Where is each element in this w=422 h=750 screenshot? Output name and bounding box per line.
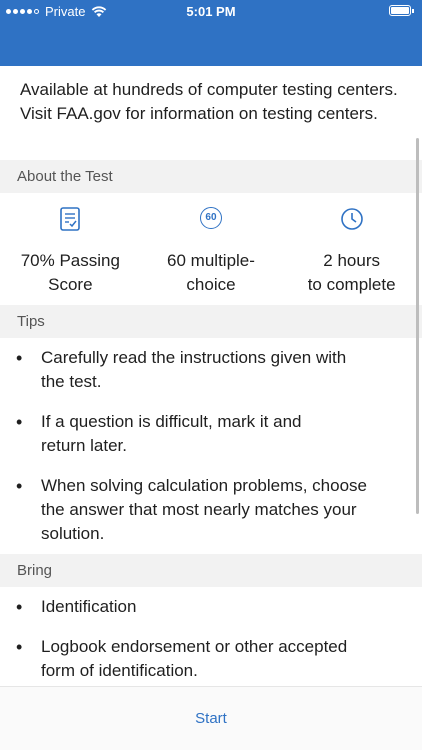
bring-text: Identification [41, 597, 137, 616]
bullet-icon [16, 346, 41, 410]
tips-list: Carefully read the instructions given wi… [0, 338, 422, 554]
status-bar: Private 5:01 PM [0, 0, 422, 22]
status-right [389, 5, 414, 16]
status-time: 5:01 PM [186, 4, 236, 19]
bring-list: Identification Logbook endorsement or ot… [0, 587, 422, 686]
tip-text: When solving calculation problems, choos… [41, 476, 368, 543]
stat-passing-score-label: 70% Passing Score [20, 251, 120, 294]
bottom-bar: Start [0, 686, 422, 750]
sixty-badge-text: 60 [199, 207, 222, 229]
bullet-icon [16, 474, 41, 554]
tip-text: Carefully read the instructions given wi… [41, 348, 347, 391]
bullet-icon [16, 410, 41, 474]
list-item: Carefully read the instructions given wi… [16, 346, 400, 410]
battery-icon [389, 5, 414, 16]
checklist-icon [0, 207, 141, 235]
list-item: When solving calculation problems, choos… [16, 474, 400, 554]
bring-text: Logbook endorsement or other accepted fo… [41, 637, 348, 680]
tip-text: If a question is difficult, mark it and … [41, 412, 302, 455]
list-item: Identification [16, 595, 400, 635]
stat-question-count: 60 60 multiple- choice [141, 193, 282, 305]
stat-duration-label: 2 hours to complete [307, 251, 396, 294]
section-header-about: About the Test [0, 160, 422, 193]
stat-question-count-label: 60 multiple- choice [167, 251, 255, 294]
app-header: Private 5:01 PM [0, 0, 422, 66]
bullet-icon [16, 595, 41, 635]
scrollbar[interactable] [416, 138, 419, 514]
scroll-content[interactable]: Available at hundreds of computer testin… [0, 66, 422, 686]
bullet-icon [16, 635, 41, 686]
clock-icon [281, 207, 422, 235]
stat-passing-score: 70% Passing Score [0, 193, 141, 305]
section-header-tips: Tips [0, 305, 422, 338]
list-item: Logbook endorsement or other accepted fo… [16, 635, 400, 686]
test-stats: 70% Passing Score 60 60 multiple- choice… [0, 193, 422, 305]
stat-duration: 2 hours to complete [281, 193, 422, 305]
section-header-bring: Bring [0, 554, 422, 587]
start-button[interactable]: Start [0, 687, 422, 750]
list-item: If a question is difficult, mark it and … [16, 410, 400, 474]
intro-text: Available at hundreds of computer testin… [20, 80, 398, 123]
sixty-badge-icon: 60 [141, 207, 282, 235]
